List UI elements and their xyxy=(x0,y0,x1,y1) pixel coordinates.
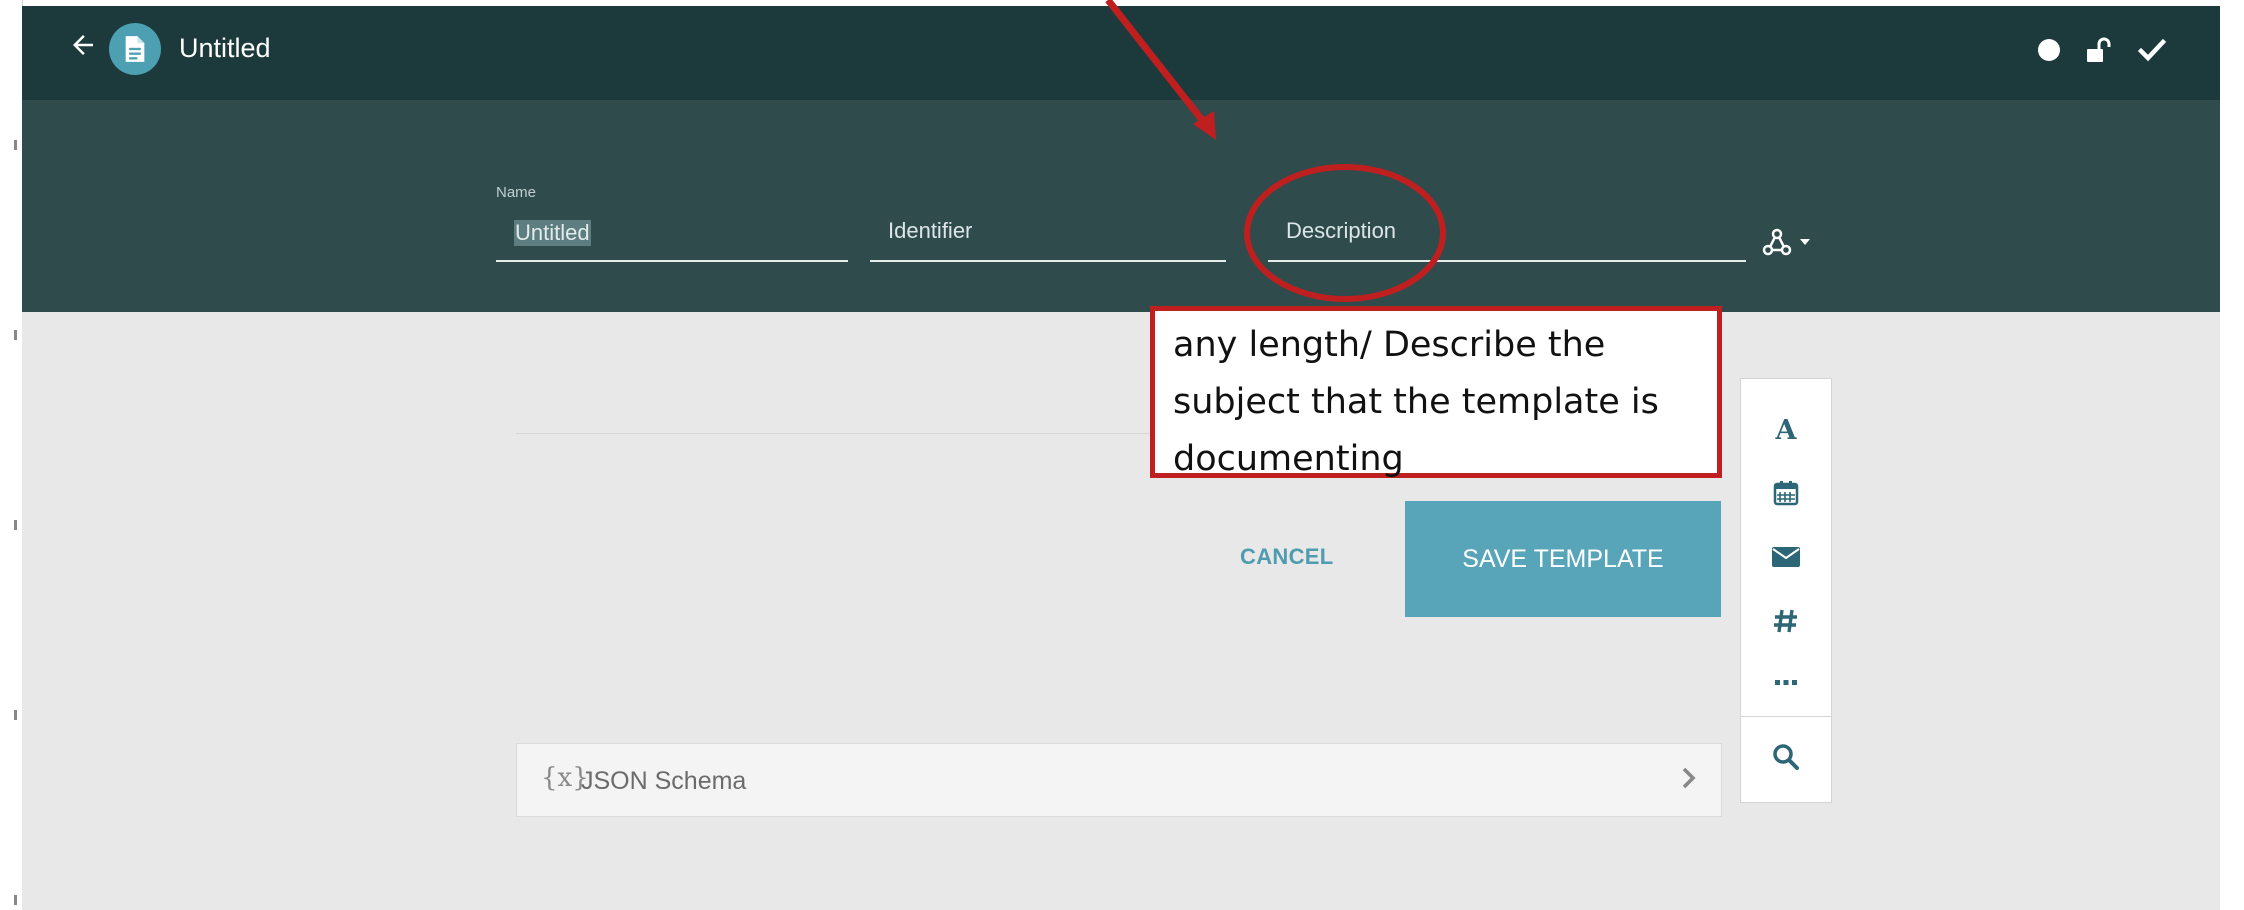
save-template-button[interactable]: SAVE TEMPLATE xyxy=(1405,501,1721,617)
template-header: Name Untitled xyxy=(22,100,2220,312)
app-window: Untitled Name Untitled Identifier Descri… xyxy=(22,6,2220,910)
calendar-icon xyxy=(1773,481,1799,506)
circle-icon xyxy=(2038,39,2060,61)
hash-icon xyxy=(1774,609,1797,633)
name-field[interactable]: Untitled xyxy=(496,208,848,262)
more-icon xyxy=(1775,680,1797,685)
description-input[interactable] xyxy=(1268,208,1736,244)
text-field-icon: A xyxy=(1775,415,1798,444)
back-button[interactable] xyxy=(66,30,100,64)
edge-mark xyxy=(14,895,17,905)
lock-toggle[interactable] xyxy=(2082,30,2118,70)
annotation-text: any length/ Describe the subject that th… xyxy=(1173,325,1659,479)
document-badge xyxy=(109,23,161,75)
add-email-field[interactable] xyxy=(1741,529,1831,585)
search-fields-button[interactable] xyxy=(1741,729,1831,785)
chevron-right-icon xyxy=(1682,767,1696,789)
name-label: Name xyxy=(496,184,537,201)
caret-down-icon xyxy=(1800,239,1810,245)
sharing-icon xyxy=(1762,228,1792,256)
name-value[interactable]: Untitled xyxy=(514,220,591,246)
edge-mark xyxy=(14,520,17,530)
edge-mark xyxy=(14,140,17,150)
json-schema-panel[interactable]: {x} JSON Schema xyxy=(516,743,1722,817)
content-divider xyxy=(516,433,1216,434)
json-schema-label: JSON Schema xyxy=(581,767,747,795)
unlock-icon xyxy=(2087,37,2111,62)
add-text-field[interactable]: A xyxy=(1741,401,1831,457)
arrow-left-icon xyxy=(73,35,93,55)
palette-divider xyxy=(1741,716,1831,717)
check-icon xyxy=(2138,38,2166,62)
edge-mark xyxy=(14,710,17,720)
add-number-field[interactable] xyxy=(1741,593,1831,649)
add-date-field[interactable] xyxy=(1741,465,1831,521)
page-left-edge xyxy=(0,0,23,910)
document-icon xyxy=(125,36,145,62)
confirm-button[interactable] xyxy=(2134,30,2170,70)
status-indicator[interactable] xyxy=(2034,30,2064,70)
edge-mark xyxy=(14,330,17,340)
search-icon xyxy=(1773,744,1799,770)
top-bar: Untitled xyxy=(22,6,2220,100)
description-field[interactable] xyxy=(1268,208,1746,262)
cancel-button[interactable]: CANCEL xyxy=(1240,544,1333,570)
identifier-field[interactable] xyxy=(870,208,1226,262)
sharing-dropdown[interactable] xyxy=(1762,222,1820,262)
svg-text:A: A xyxy=(1775,415,1798,444)
page-title: Untitled xyxy=(179,33,271,63)
field-palette: A xyxy=(1740,378,1832,803)
annotation-callout: any length/ Describe the subject that th… xyxy=(1150,306,1722,479)
identifier-input[interactable] xyxy=(870,208,1218,244)
more-field-types[interactable] xyxy=(1741,655,1831,711)
envelope-icon xyxy=(1772,547,1800,567)
